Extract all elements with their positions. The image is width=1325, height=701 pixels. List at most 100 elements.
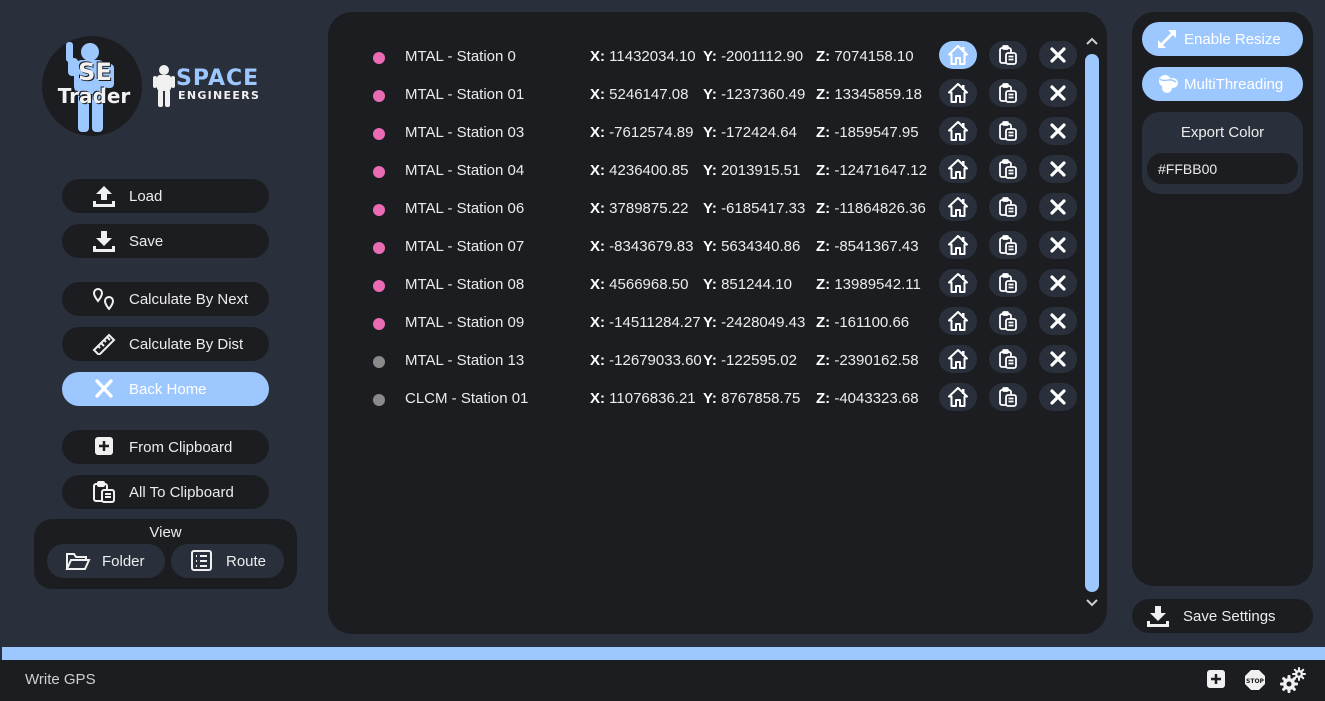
station-row[interactable]: MTAL - Station 0 X: 11432034.10 Y: -200111… [328,38,1088,76]
station-row[interactable]: MTAL - Station 07 X: -8343679.83 Y: 563434… [328,228,1088,266]
folder-button[interactable]: Folder [47,544,165,578]
scrollbar-thumb[interactable] [1085,54,1099,592]
delete-station-button[interactable] [1039,155,1077,183]
station-row[interactable]: MTAL - Station 08 X: 4566968.50 Y: 851244.… [328,266,1088,304]
station-row[interactable]: MTAL - Station 01 X: 5246147.08 Y: -123736… [328,76,1088,114]
set-home-button[interactable] [939,307,977,335]
set-home-button[interactable] [939,155,977,183]
logo-text-se: SE [78,58,112,86]
station-row[interactable]: MTAL - Station 03 X: -7612574.89 Y: -17242… [328,114,1088,152]
enable-resize-button[interactable]: Enable Resize [1142,22,1303,56]
copy-to-clipboard-button[interactable] [989,269,1027,297]
y-coordinate: Y: -2428049.43 [703,314,806,331]
home-icon [948,197,968,217]
settings-panel: Enable Resize MultiThreading Export Colo… [1132,12,1313,586]
scroll-up-arrow-icon[interactable] [1084,36,1100,48]
x-coordinate: X: 11076836.21 [590,390,696,407]
from-clipboard-button[interactable]: From Clipboard [62,430,269,464]
calculate-by-next-button[interactable]: Calculate By Next [62,282,269,316]
delete-station-button[interactable] [1039,345,1077,373]
add-icon[interactable] [1206,669,1226,689]
z-coordinate: Z: -11864826.36 [816,200,926,217]
y-coordinate: Y: 851244.10 [703,276,792,293]
x-coordinate: X: -12679033.60 [590,352,702,369]
set-home-button[interactable] [939,269,977,297]
copy-to-clipboard-button[interactable] [989,307,1027,335]
scroll-down-arrow-icon[interactable] [1084,596,1100,608]
copy-to-clipboard-button[interactable] [989,231,1027,259]
z-coordinate: Z: -4043323.68 [816,390,919,407]
clipboard-copy-icon [999,197,1017,217]
station-name: MTAL - Station 06 [405,200,525,217]
download-icon [93,231,115,252]
set-home-button[interactable] [939,41,977,69]
z-coordinate: Z: -161100.66 [816,314,910,331]
save-button[interactable]: Save [62,224,269,258]
set-home-button[interactable] [939,193,977,221]
route-button[interactable]: Route [171,544,284,578]
set-home-button[interactable] [939,231,977,259]
all-to-clipboard-button[interactable]: All To Clipboard [62,475,269,509]
delete-station-button[interactable] [1039,307,1077,335]
set-home-button[interactable] [939,117,977,145]
z-coordinate: Z: 13345859.18 [816,86,922,103]
gear-icon[interactable] [1280,667,1306,693]
folder-icon [65,553,91,570]
multithreading-button[interactable]: MultiThreading [1142,67,1303,101]
copy-to-clipboard-button[interactable] [989,41,1027,69]
delete-station-button[interactable] [1039,193,1077,221]
delete-station-button[interactable] [1039,79,1077,107]
x-coordinate: X: 11432034.10 [590,48,696,65]
save-settings-button[interactable]: Save Settings [1132,599,1313,633]
home-icon [948,311,968,331]
status-dot [373,52,385,64]
save-settings-label: Save Settings [1183,608,1276,625]
station-row[interactable]: MTAL - Station 09 X: -14511284.27 Y: -2428… [328,304,1088,342]
status-bar: Write GPS STOP [0,660,1325,701]
brand-engineers: ENGINEERS [178,89,261,102]
station-row[interactable]: CLCM - Station 01 X: 11076836.21 Y: 876785… [328,380,1088,418]
copy-to-clipboard-button[interactable] [989,193,1027,221]
station-row[interactable]: MTAL - Station 06 X: 3789875.22 Y: -618541… [328,190,1088,228]
ruler-icon [92,333,116,355]
space-engineers-figure-icon [153,65,175,107]
back-home-label: Back Home [129,381,207,398]
delete-x-icon [1050,47,1066,63]
station-row[interactable]: MTAL - Station 04 X: 4236400.85 Y: 2013915… [328,152,1088,190]
clipboard-icon [93,481,115,503]
copy-to-clipboard-button[interactable] [989,345,1027,373]
delete-station-button[interactable] [1039,269,1077,297]
back-home-button[interactable]: Back Home [62,372,269,406]
station-row[interactable]: MTAL - Station 13 X: -12679033.60 Y: -1225… [328,342,1088,380]
home-icon [948,83,968,103]
set-home-button[interactable] [939,345,977,373]
export-color-field[interactable] [1147,153,1298,184]
load-button[interactable]: Load [62,179,269,213]
clipboard-copy-icon [999,159,1017,179]
save-label: Save [129,233,164,250]
stop-sign-icon[interactable]: STOP [1244,669,1266,691]
delete-station-button[interactable] [1039,117,1077,145]
copy-to-clipboard-button[interactable] [989,117,1027,145]
delete-x-icon [1050,85,1066,101]
resize-arrows-icon [1158,30,1176,48]
folder-label: Folder [102,553,145,570]
copy-to-clipboard-button[interactable] [989,155,1027,183]
station-name: MTAL - Station 07 [405,238,525,255]
z-coordinate: Z: 13989542.11 [816,276,921,293]
delete-station-button[interactable] [1039,41,1077,69]
clipboard-copy-icon [999,387,1017,407]
home-icon [948,45,968,65]
clipboard-copy-icon [999,45,1017,65]
set-home-button[interactable] [939,79,977,107]
station-name: MTAL - Station 0 [405,48,516,65]
x-coordinate: X: 3789875.22 [590,200,689,217]
set-home-button[interactable] [939,383,977,411]
copy-to-clipboard-button[interactable] [989,79,1027,107]
close-x-icon [95,379,113,398]
delete-station-button[interactable] [1039,383,1077,411]
calculate-by-dist-button[interactable]: Calculate By Dist [62,327,269,361]
copy-to-clipboard-button[interactable] [989,383,1027,411]
z-coordinate: Z: -2390162.58 [816,352,919,369]
delete-station-button[interactable] [1039,231,1077,259]
